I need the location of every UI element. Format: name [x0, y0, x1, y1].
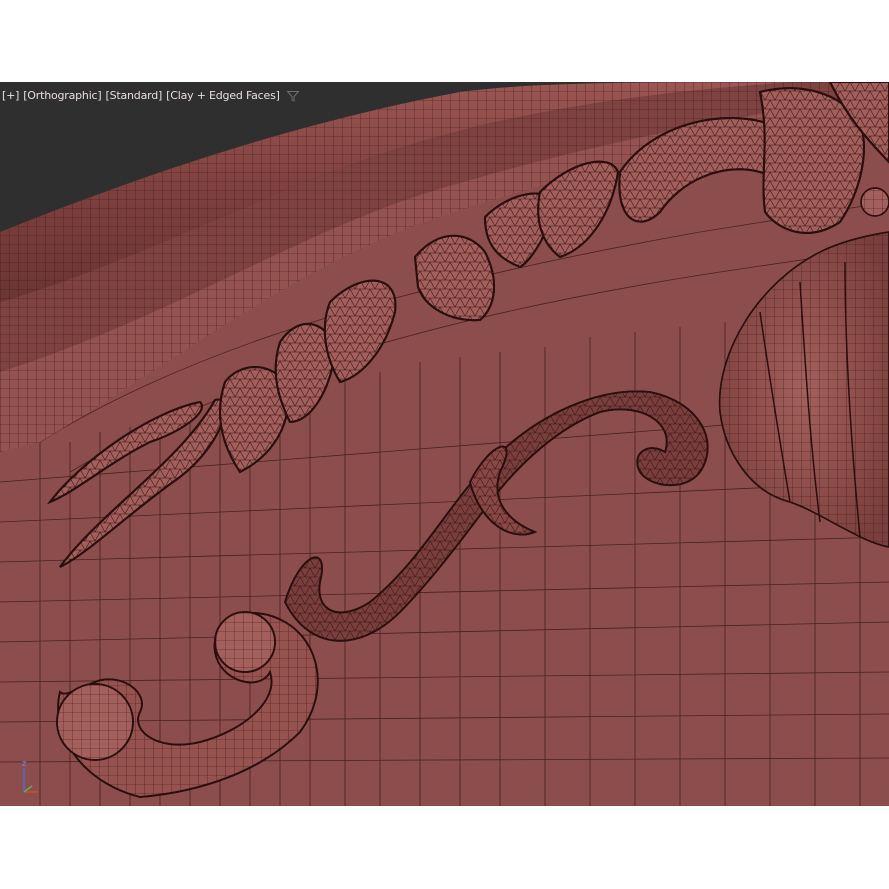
shading-menu[interactable]: [Standard] [106, 89, 163, 102]
display-style-menu[interactable]: [Clay + Edged Faces] [166, 89, 280, 102]
viewport[interactable]: [+] [Orthographic] [Standard] [Clay + Edged… [0, 82, 889, 806]
model-scene[interactable] [0, 82, 889, 806]
view-menu[interactable]: [Orthographic] [23, 89, 101, 102]
filter-funnel-icon[interactable] [286, 90, 299, 102]
viewport-plus-menu[interactable]: [+] [2, 89, 19, 102]
axis-gizmo: z [22, 759, 38, 793]
viewport-label: [+] [Orthographic] [Standard] [Clay + Edged… [2, 88, 299, 104]
z-axis-label: z [22, 759, 26, 768]
y-axis-line [23, 785, 33, 793]
